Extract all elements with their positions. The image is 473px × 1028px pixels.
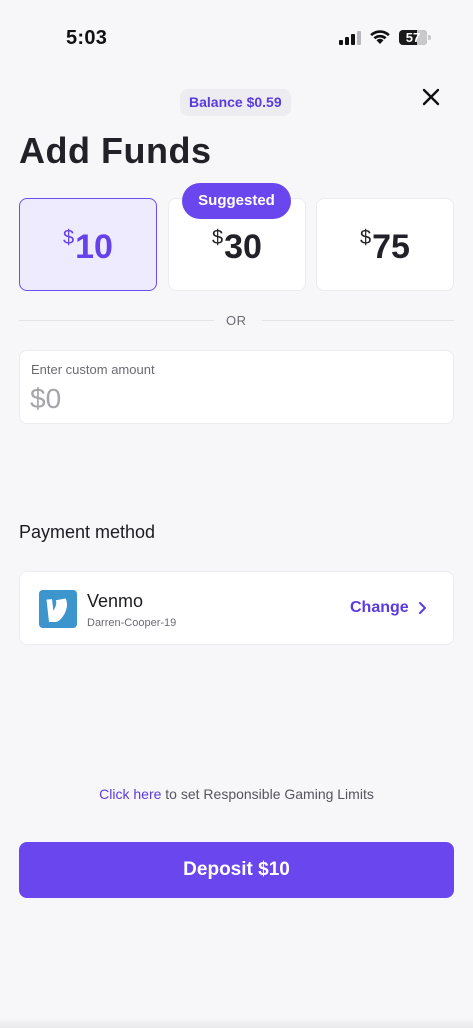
responsible-gaming-rest: to set Responsible Gaming Limits (161, 786, 374, 802)
currency-symbol: $ (63, 227, 75, 249)
battery-cap (428, 35, 431, 40)
amount-value: 10 (75, 228, 113, 266)
amount-option-label: $10 (20, 227, 156, 267)
change-payment-link[interactable]: Change (350, 599, 409, 617)
battery-level: 57 (405, 30, 421, 45)
suggested-badge: Suggested (182, 183, 291, 219)
status-time: 5:03 (66, 27, 108, 49)
chevron-right-icon[interactable] (416, 601, 428, 615)
custom-amount-label: Enter custom amount (31, 362, 155, 377)
bottom-edge (0, 1018, 473, 1028)
or-divider-text: OR (226, 313, 247, 328)
payment-username: Darren-Cooper-19 (87, 617, 177, 629)
deposit-button[interactable]: Deposit $10 (19, 842, 454, 898)
page-title: Add Funds (19, 130, 212, 171)
responsible-gaming-text: Click here to set Responsible Gaming Lim… (0, 786, 473, 802)
responsible-gaming-link[interactable]: Click here (99, 786, 161, 802)
amount-option-label: $30 (169, 227, 305, 267)
battery-icon: 57 (399, 30, 427, 45)
amount-option-label: $75 (317, 227, 453, 267)
payment-method-card[interactable]: Venmo Darren-Cooper-19 Change (19, 571, 454, 645)
custom-amount-input[interactable] (30, 383, 430, 415)
amount-option-75[interactable]: $75 (316, 198, 454, 291)
divider-left (19, 320, 214, 321)
balance-badge: Balance $0.59 (180, 89, 291, 116)
amount-value: 75 (372, 228, 410, 266)
custom-amount-field[interactable]: Enter custom amount (19, 350, 454, 424)
venmo-logo-icon (39, 590, 77, 628)
amount-value: 30 (224, 228, 262, 266)
payment-method-heading: Payment method (19, 522, 156, 542)
close-icon[interactable] (418, 84, 444, 110)
amount-option-10[interactable]: $10 (19, 198, 157, 291)
cellular-signal-icon (339, 31, 363, 45)
payment-provider-name: Venmo (87, 591, 144, 611)
currency-symbol: $ (212, 227, 224, 249)
wifi-icon (370, 30, 390, 44)
divider-right (262, 320, 454, 321)
currency-symbol: $ (360, 227, 372, 249)
